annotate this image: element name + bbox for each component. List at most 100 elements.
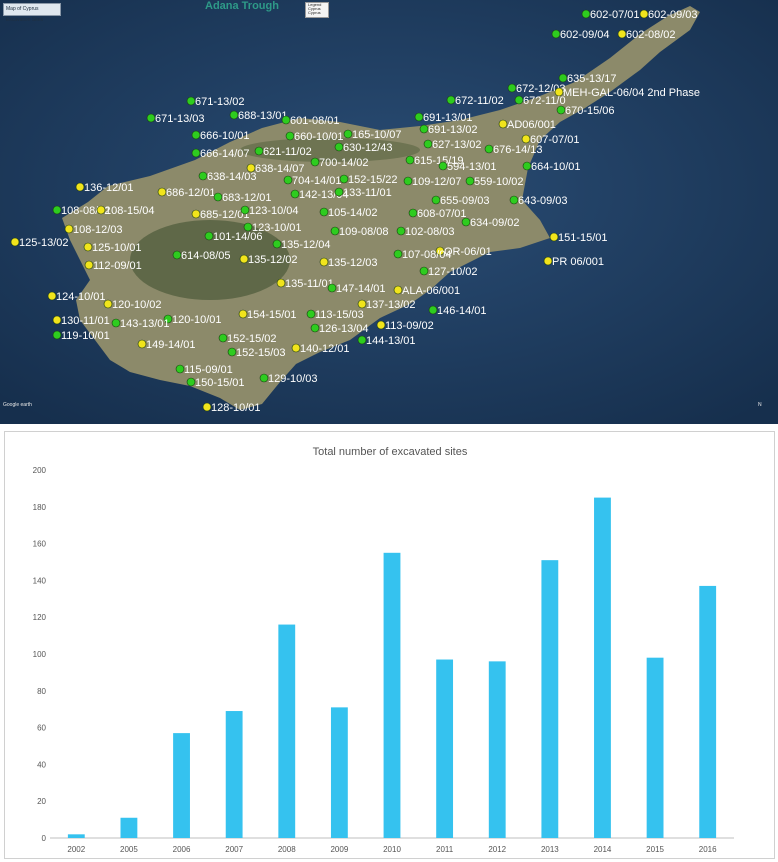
site-pin-yellow[interactable] — [498, 119, 508, 129]
site-pin-green[interactable] — [229, 110, 239, 120]
site-pin-green[interactable] — [290, 189, 300, 199]
site-pin-yellow[interactable] — [376, 320, 386, 330]
site-label: 129-10/03 — [268, 373, 318, 385]
site-pin-yellow[interactable] — [319, 257, 329, 267]
site-pin-green[interactable] — [408, 208, 418, 218]
site-pin-green[interactable] — [327, 283, 337, 293]
site-pin-green[interactable] — [334, 187, 344, 197]
site-pin-yellow[interactable] — [291, 343, 301, 353]
site-pin-green[interactable] — [514, 95, 524, 105]
site-label: 136-12/01 — [84, 182, 134, 194]
site-pin-yellow[interactable] — [52, 315, 62, 325]
bar-2013 — [541, 560, 559, 838]
site-pin-yellow[interactable] — [75, 182, 85, 192]
site-label: 113-09/02 — [385, 320, 434, 332]
site-pin-green[interactable] — [438, 161, 448, 171]
site-label: 109-12/07 — [412, 176, 462, 188]
site-pin-green[interactable] — [343, 129, 353, 139]
site-pin-green[interactable] — [357, 335, 367, 345]
site-pin-yellow[interactable] — [157, 187, 167, 197]
site-label: 108-15/04 — [105, 205, 155, 217]
site-pin-green[interactable] — [254, 146, 264, 156]
site-pin-green[interactable] — [522, 161, 532, 171]
site-pin-green[interactable] — [186, 377, 196, 387]
site-pin-green[interactable] — [243, 222, 253, 232]
site-pin-green[interactable] — [581, 9, 591, 19]
site-pin-green[interactable] — [339, 174, 349, 184]
site-pin-green[interactable] — [52, 330, 62, 340]
site-pin-green[interactable] — [146, 113, 156, 123]
site-pin-green[interactable] — [509, 195, 519, 205]
site-pin-green[interactable] — [285, 131, 295, 141]
site-pin-green[interactable] — [191, 130, 201, 140]
site-pin-green[interactable] — [204, 231, 214, 241]
site-pin-green[interactable] — [240, 205, 250, 215]
site-pin-yellow[interactable] — [393, 285, 403, 295]
site-pin-green[interactable] — [310, 157, 320, 167]
site-pin-yellow[interactable] — [83, 242, 93, 252]
site-pin-green[interactable] — [334, 142, 344, 152]
site-pin-yellow[interactable] — [639, 9, 649, 19]
site-pin-green[interactable] — [172, 250, 182, 260]
site-pin-green[interactable] — [428, 305, 438, 315]
site-pin-green[interactable] — [272, 239, 282, 249]
site-pin-green[interactable] — [446, 95, 456, 105]
site-pin-green[interactable] — [423, 139, 433, 149]
site-pin-yellow[interactable] — [64, 224, 74, 234]
site-pin-green[interactable] — [281, 115, 291, 125]
site-pin-yellow[interactable] — [617, 29, 627, 39]
site-pin-green[interactable] — [414, 112, 424, 122]
site-pin-green[interactable] — [319, 207, 329, 217]
site-pin-green[interactable] — [213, 192, 223, 202]
site-pin-yellow[interactable] — [276, 278, 286, 288]
site-pin-green[interactable] — [111, 318, 121, 328]
site-pin-green[interactable] — [186, 96, 196, 106]
site-pin-yellow[interactable] — [137, 339, 147, 349]
site-pin-yellow[interactable] — [84, 260, 94, 270]
site-pin-yellow[interactable] — [191, 209, 201, 219]
site-pin-yellow[interactable] — [521, 134, 531, 144]
site-pin-green[interactable] — [198, 171, 208, 181]
site-pin-green[interactable] — [52, 205, 62, 215]
site-label: 115-09/01 — [184, 364, 233, 376]
site-pin-yellow[interactable] — [96, 205, 106, 215]
site-pin-green[interactable] — [465, 176, 475, 186]
site-pin-green[interactable] — [419, 266, 429, 276]
site-pin-yellow[interactable] — [202, 402, 212, 412]
site-pin-green[interactable] — [403, 176, 413, 186]
site-pin-green[interactable] — [310, 323, 320, 333]
site-pin-green[interactable] — [396, 226, 406, 236]
site-pin-green[interactable] — [558, 73, 568, 83]
y-tick-label: 20 — [37, 797, 46, 806]
site-pin-green[interactable] — [218, 333, 228, 343]
site-pin-green[interactable] — [405, 155, 415, 165]
site-pin-yellow[interactable] — [543, 256, 553, 266]
site-pin-green[interactable] — [551, 29, 561, 39]
site-label: 152-15/22 — [348, 174, 398, 186]
site-pin-green[interactable] — [191, 148, 201, 158]
chart-title: Total number of excavated sites — [313, 446, 468, 458]
site-pin-green[interactable] — [431, 195, 441, 205]
site-pin-green[interactable] — [556, 105, 566, 115]
site-pin-yellow[interactable] — [357, 299, 367, 309]
site-pin-green[interactable] — [393, 249, 403, 259]
site-pin-green[interactable] — [330, 226, 340, 236]
site-pin-green[interactable] — [306, 309, 316, 319]
site-label: 630-12/43 — [343, 142, 393, 154]
site-pin-yellow[interactable] — [10, 237, 20, 247]
site-label: 130-11/01 — [61, 315, 110, 327]
site-pin-yellow[interactable] — [47, 291, 57, 301]
site-pin-green[interactable] — [283, 175, 293, 185]
site-pin-green[interactable] — [227, 347, 237, 357]
site-pin-green[interactable] — [259, 373, 269, 383]
site-pin-green[interactable] — [484, 144, 494, 154]
site-pin-green[interactable] — [175, 364, 185, 374]
site-pin-yellow[interactable] — [239, 254, 249, 264]
site-pin-yellow[interactable] — [103, 299, 113, 309]
site-pin-green[interactable] — [461, 217, 471, 227]
site-pin-yellow[interactable] — [238, 309, 248, 319]
site-pin-green[interactable] — [419, 124, 429, 134]
site-pin-yellow[interactable] — [549, 232, 559, 242]
site-pin-green[interactable] — [507, 83, 517, 93]
y-tick-label: 80 — [37, 687, 46, 696]
